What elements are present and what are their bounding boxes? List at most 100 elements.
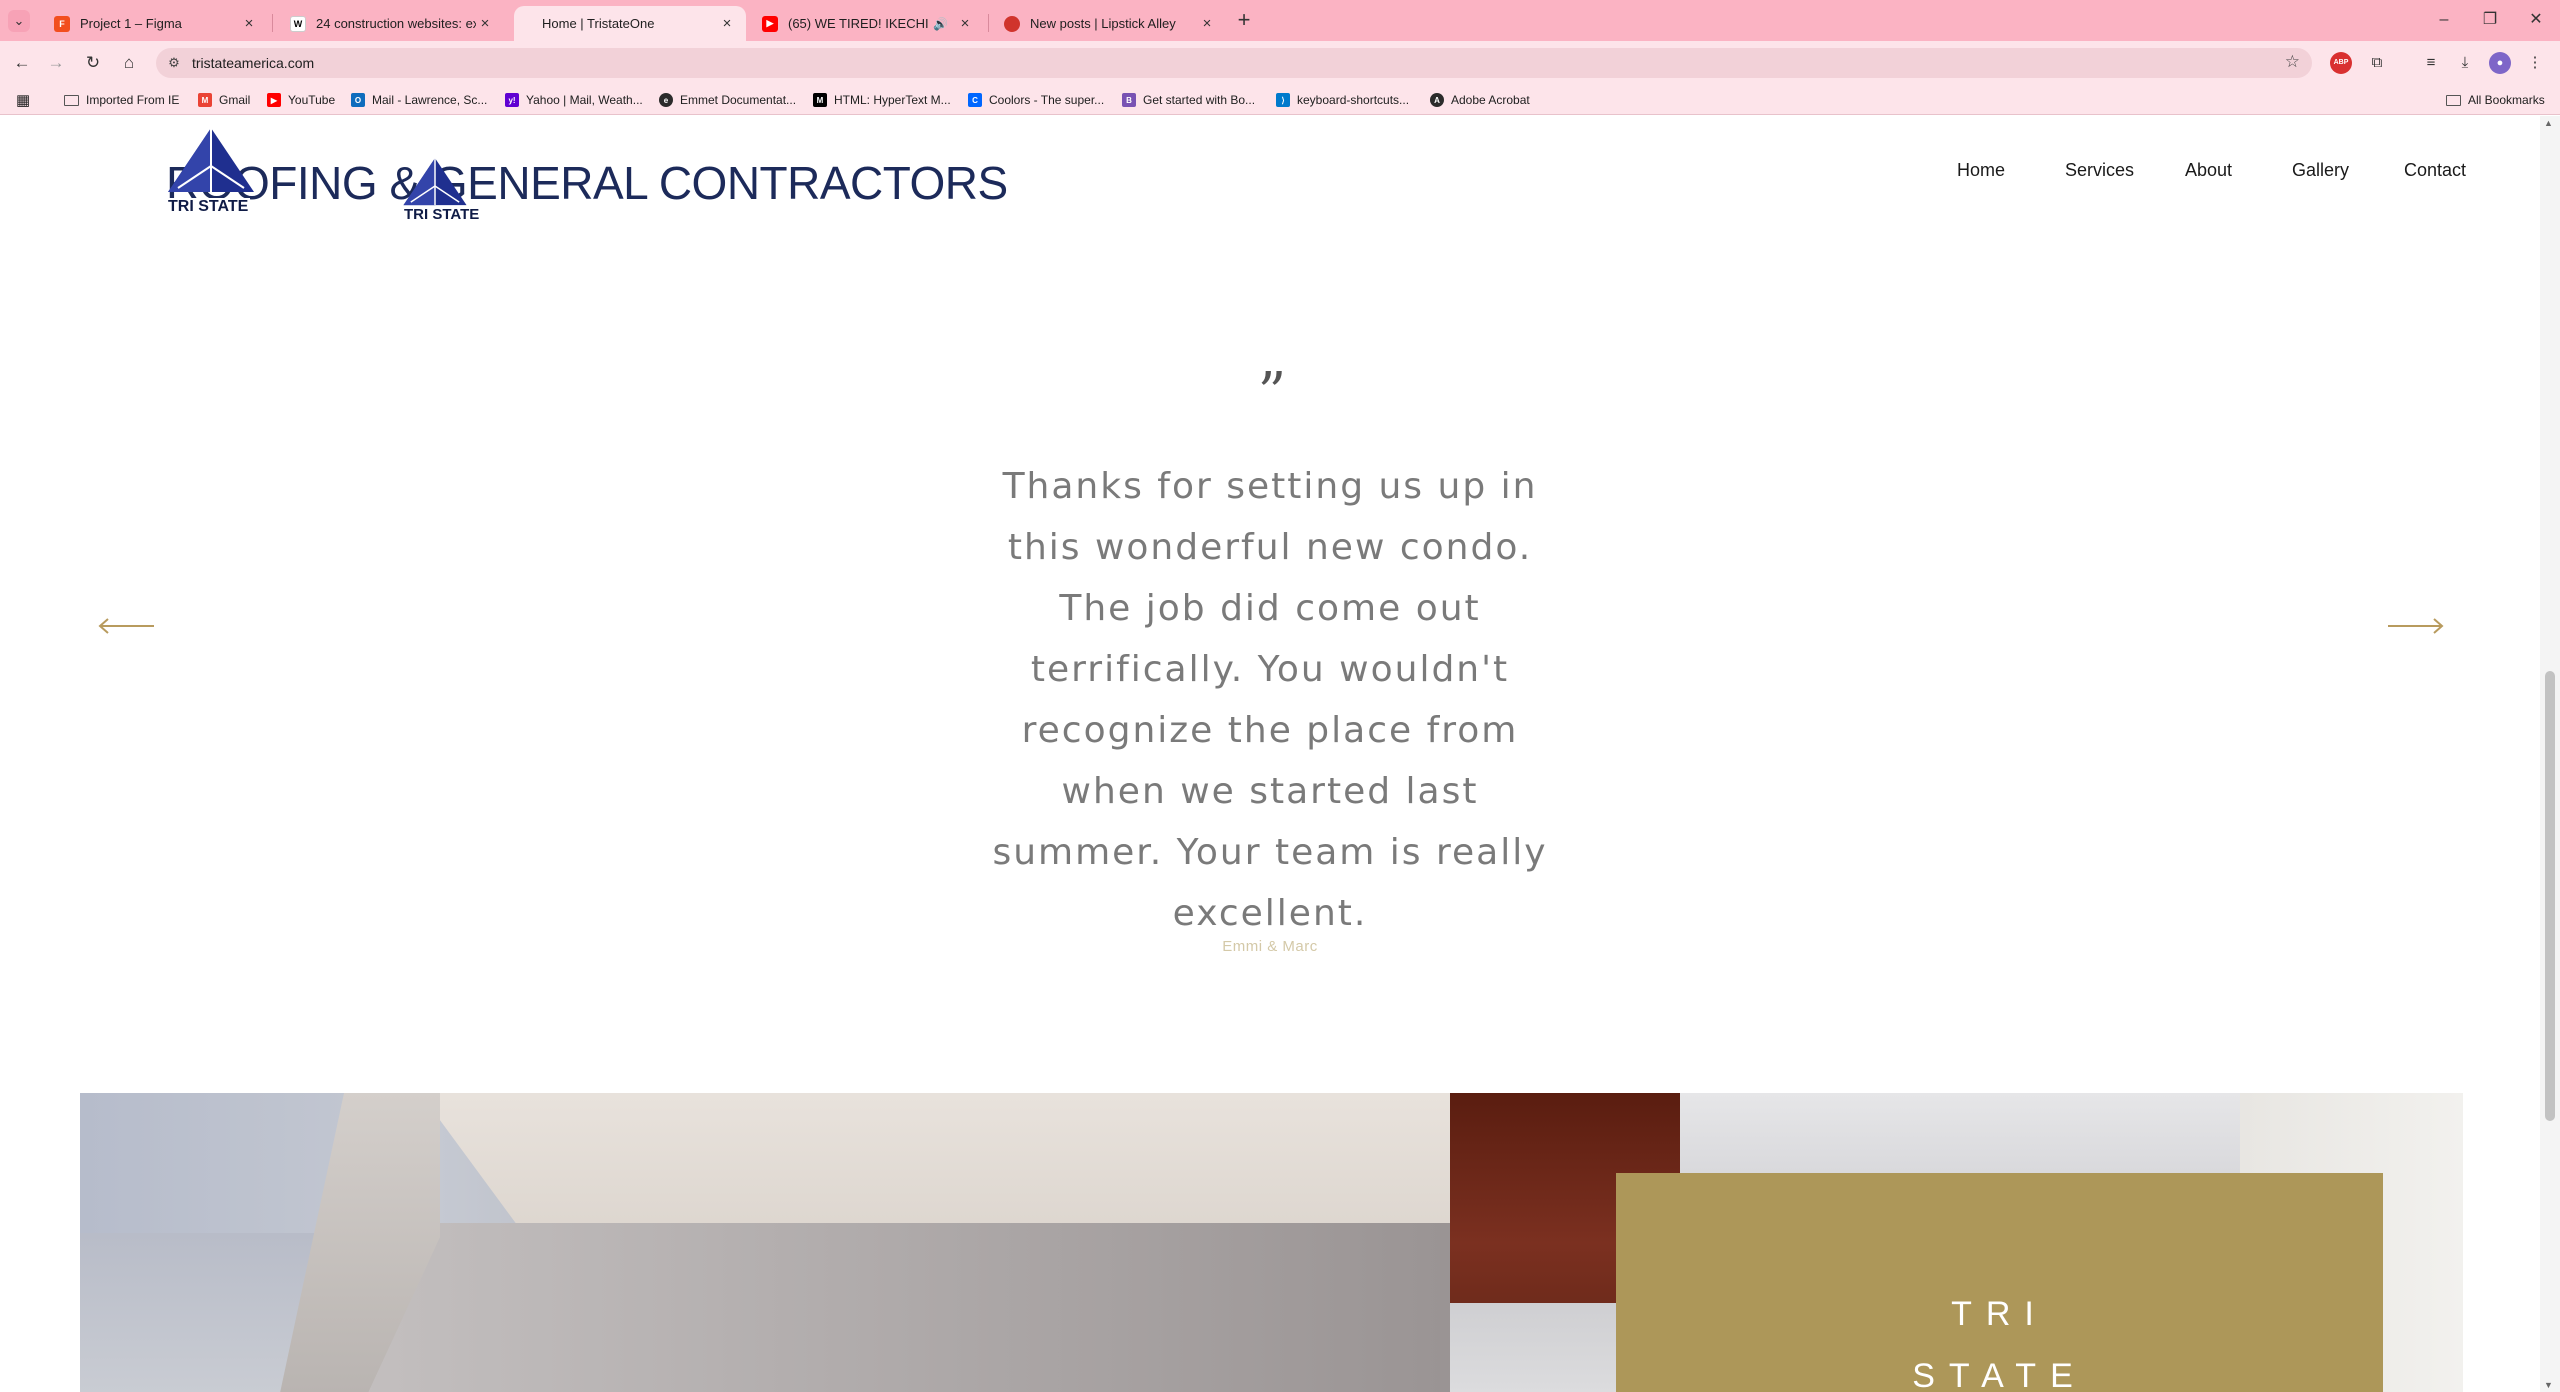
nav-home[interactable]: Home: [1957, 160, 2005, 181]
all-bookmarks-label: All Bookmarks: [2468, 93, 2545, 107]
bookmark-label: Emmet Documentat...: [680, 93, 797, 107]
apps-grid-icon[interactable]: ▦: [16, 90, 30, 110]
close-window-icon[interactable]: ✕: [2518, 6, 2554, 34]
bootstrap-icon: B: [1122, 93, 1136, 107]
logo-badge-text: TRI STATE: [166, 198, 251, 216]
extensions-icon[interactable]: ⧉: [2366, 52, 2388, 74]
close-icon[interactable]: ×: [718, 15, 736, 33]
bookmark-emmet[interactable]: e Emmet Documentat...: [659, 90, 796, 110]
kitchen-island-front: [360, 1223, 1450, 1392]
kitchen-island-top: [420, 1093, 1450, 1233]
close-icon[interactable]: ×: [956, 15, 974, 33]
menu-kebab-icon[interactable]: ⋮: [2524, 52, 2546, 74]
next-arrow-icon[interactable]: [2386, 616, 2446, 636]
tri-state-triangle-icon: [168, 128, 254, 192]
tab-youtube[interactable]: ▶ (65) WE TIRED! IKECHI IS A 🔊 ×: [748, 6, 984, 41]
tab-title: (65) WE TIRED! IKECHI IS A: [788, 16, 933, 31]
scroll-up-icon[interactable]: ▲: [2544, 118, 2553, 128]
bookmark-label: Adobe Acrobat: [1451, 93, 1530, 107]
figma-icon: F: [54, 15, 70, 32]
bookmark-label: Get started with Bo...: [1143, 93, 1256, 107]
bookmark-imported-from-ie[interactable]: Imported From IE: [64, 90, 179, 110]
tab-figma[interactable]: F Project 1 – Figma ×: [40, 6, 268, 41]
folder-icon: [64, 94, 79, 106]
bookmark-label: YouTube: [288, 93, 336, 107]
bookmark-label: Yahoo | Mail, Weath...: [526, 93, 643, 107]
back-icon[interactable]: ←: [9, 50, 35, 76]
site-logo[interactable]: ROOFING & GENERAL CONTRACTORS TRI STATE …: [166, 126, 1008, 236]
tab-construction-websites[interactable]: W 24 construction websites: exam ×: [276, 6, 504, 41]
tab-lipstick-alley[interactable]: New posts | Lipstick Alley ×: [990, 6, 1226, 41]
bookmark-youtube[interactable]: ▶ YouTube: [267, 90, 335, 110]
coolors-icon: C: [968, 93, 982, 107]
gold-panel-line: TRI: [1951, 1295, 2048, 1333]
gold-panel-line: STATE: [1912, 1357, 2087, 1392]
tri-state-gold-panel: TRI STATE: [1616, 1173, 2383, 1392]
new-tab-icon[interactable]: +: [1232, 9, 1256, 33]
site-info-icon[interactable]: ⚙: [164, 53, 184, 73]
testimonial-text: Thanks for setting us up in this wonderf…: [992, 466, 1548, 934]
nav-services[interactable]: Services: [2065, 160, 2134, 181]
forward-icon[interactable]: →: [43, 50, 69, 76]
media-control-icon[interactable]: ≡: [2420, 52, 2442, 74]
address-bar[interactable]: ⚙ tristateamerica.com ☆: [156, 48, 2312, 78]
bookmark-label: Mail - Lawrence, Sc...: [372, 93, 488, 107]
home-icon[interactable]: ⌂: [116, 50, 142, 76]
mdn-icon: M: [813, 93, 827, 107]
close-icon[interactable]: ×: [476, 15, 494, 33]
folder-icon: [2446, 94, 2461, 106]
reload-icon[interactable]: ↻: [80, 50, 106, 76]
scrollbar-thumb[interactable]: [2545, 671, 2555, 1121]
all-bookmarks-button[interactable]: All Bookmarks: [2446, 90, 2545, 110]
bookmark-label: Gmail: [219, 93, 251, 107]
tab-divider: [988, 14, 989, 32]
url-text[interactable]: tristateamerica.com: [192, 55, 314, 71]
close-icon[interactable]: ×: [1198, 15, 1216, 33]
youtube-icon: ▶: [267, 93, 281, 107]
close-icon[interactable]: ×: [240, 15, 258, 33]
scroll-down-icon[interactable]: ▼: [2544, 1380, 2553, 1390]
tab-divider: [272, 14, 273, 32]
bookmark-keyboard-shortcuts[interactable]: ⟩ keyboard-shortcuts...: [1276, 90, 1409, 110]
nav-gallery[interactable]: Gallery: [2292, 160, 2349, 181]
acrobat-icon: A: [1430, 93, 1444, 107]
lipstick-alley-icon: [1004, 15, 1020, 32]
speaker-icon[interactable]: 🔊: [933, 17, 948, 31]
logo-badge-text: TRI STATE: [402, 206, 482, 223]
bookmark-adobe-acrobat[interactable]: A Adobe Acrobat: [1430, 90, 1530, 110]
bookmark-label: Coolors - The super...: [989, 93, 1105, 107]
nav-contact[interactable]: Contact: [2404, 160, 2466, 181]
tab-search-icon[interactable]: ⌄: [8, 10, 30, 32]
outlook-icon: O: [351, 93, 365, 107]
bookmark-label: HTML: HyperText M...: [834, 93, 951, 107]
minimize-icon[interactable]: –: [2426, 6, 2462, 34]
logo-text: ROOFING & GENERAL CONTRACTORS: [166, 157, 1008, 209]
gold-panel-title: TRI STATE: [1616, 1283, 2383, 1392]
bookmarks-bar: ▦ Imported From IE M Gmail ▶ YouTube O Mail…: [0, 85, 2560, 115]
bookmark-outlook-mail[interactable]: O Mail - Lawrence, Sc...: [351, 90, 487, 110]
bookmark-yahoo[interactable]: y! Yahoo | Mail, Weath...: [505, 90, 643, 110]
previous-arrow-icon[interactable]: [96, 616, 156, 636]
bookmark-gmail[interactable]: M Gmail: [198, 90, 250, 110]
wix-icon: W: [290, 15, 306, 32]
bookmark-bootstrap[interactable]: B Get started with Bo...: [1122, 90, 1255, 110]
quote-mark-icon: ”: [1257, 361, 1287, 426]
restore-icon[interactable]: ❐: [2472, 6, 2508, 34]
bookmark-coolors[interactable]: C Coolors - The super...: [968, 90, 1104, 110]
profile-avatar[interactable]: ●: [2489, 52, 2511, 74]
bookmark-star-icon[interactable]: ☆: [2285, 52, 2300, 72]
tab-title: Project 1 – Figma: [80, 16, 182, 31]
tab-strip: ⌄ F Project 1 – Figma × W 24 constructio…: [0, 0, 2560, 41]
bookmark-label: keyboard-shortcuts...: [1297, 93, 1410, 107]
testimonial-author: Emmi & Marc: [1222, 938, 1318, 955]
gmail-icon: M: [198, 93, 212, 107]
bookmark-label: Imported From IE: [86, 93, 180, 107]
web-page: ROOFING & GENERAL CONTRACTORS TRI STATE …: [0, 116, 2540, 1392]
bookmark-mdn-html[interactable]: M HTML: HyperText M...: [813, 90, 951, 110]
adblock-icon[interactable]: ABP: [2330, 52, 2352, 74]
download-icon[interactable]: ⤓: [2454, 52, 2476, 74]
tab-title: New posts | Lipstick Alley: [1030, 16, 1176, 31]
tab-tristate-home[interactable]: Home | TristateOne ×: [514, 6, 746, 41]
page-scrollbar[interactable]: ▲ ▼: [2540, 116, 2560, 1392]
nav-about[interactable]: About: [2185, 160, 2232, 181]
